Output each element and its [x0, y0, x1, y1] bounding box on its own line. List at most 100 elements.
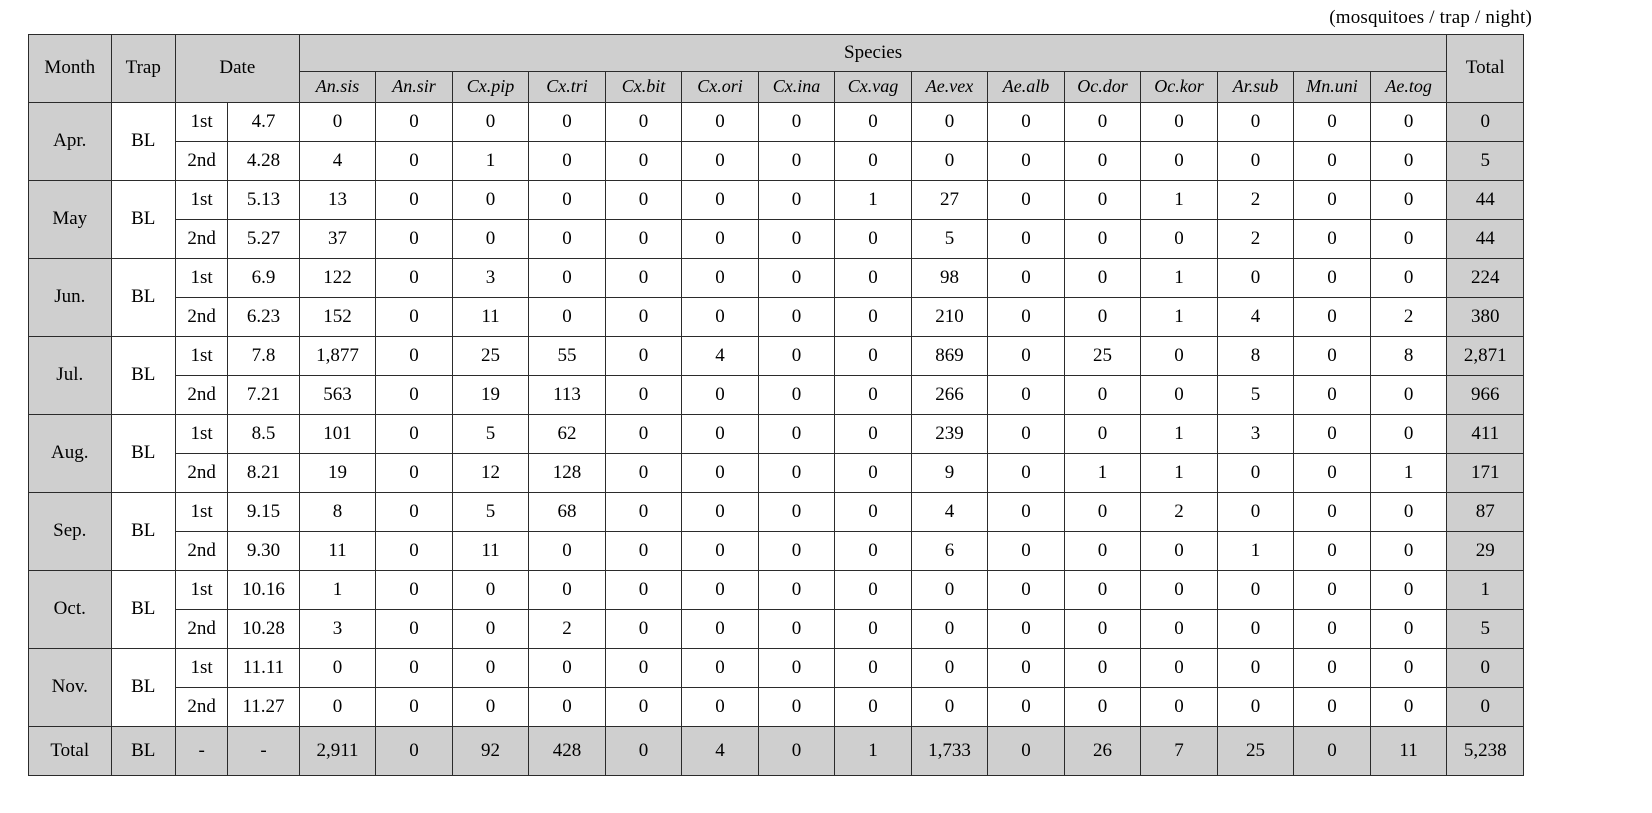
cell-row-total: 0 — [1446, 102, 1524, 142]
cell-row-total: 0 — [1446, 648, 1524, 688]
cell-species-count: 0 — [681, 492, 759, 532]
table-row: 2nd 9.30 11 0 11 0 0 0 0 0 6 0 0 0 1 0 0 29 — [29, 531, 1524, 571]
cell-species-count: 0 — [1063, 648, 1142, 688]
cell-species-count: 0 — [1293, 570, 1371, 610]
table-row: 2nd 5.27 37 0 0 0 0 0 0 0 5 0 0 0 2 0 0 44 — [29, 219, 1524, 259]
cell-species-count: 0 — [1369, 375, 1448, 415]
table-body: Apr. BL 1st 4.7 0 0 0 0 0 0 0 0 0 0 0 0 0 0 0 0 2nd 4.28 4 0 1 0 0… — [28, 102, 1524, 776]
cell-species-count: 0 — [1216, 258, 1295, 298]
cell-species-count: 0 — [604, 180, 683, 220]
header-species-an-sis: An.sis — [298, 71, 377, 103]
cell-species-count: 0 — [757, 687, 836, 727]
cell-species-count: 11 — [451, 531, 530, 571]
cell-species-count: 0 — [528, 141, 606, 181]
cell-species-count: 0 — [1293, 375, 1371, 415]
header-species-mn-uni: Mn.uni — [1293, 71, 1371, 103]
cell-month: Jun. — [28, 258, 112, 337]
cell-species-count: 0 — [1140, 570, 1218, 610]
cell-species-count: 0 — [1293, 102, 1371, 142]
cell-total-date: - — [227, 726, 300, 776]
cell-species-count: 0 — [375, 609, 453, 649]
cell-species-count: 0 — [1293, 648, 1371, 688]
cell-species-count: 0 — [451, 648, 530, 688]
cell-total-ordinal: - — [174, 726, 229, 776]
cell-species-count: 0 — [1140, 648, 1218, 688]
cell-species-count: 0 — [987, 336, 1065, 376]
cell-species-count: 2 — [1369, 297, 1448, 337]
cell-species-count: 0 — [681, 297, 759, 337]
cell-ordinal: 2nd — [174, 141, 229, 181]
cell-species-count: 563 — [298, 375, 377, 415]
cell-row-total: 5 — [1446, 609, 1524, 649]
cell-species-count: 0 — [1063, 609, 1142, 649]
cell-species-count: 0 — [1369, 531, 1448, 571]
cell-species-count: 0 — [757, 531, 836, 571]
cell-species-count: 0 — [1140, 375, 1218, 415]
cell-species-count: 0 — [528, 687, 606, 727]
cell-month: Nov. — [28, 648, 112, 727]
cell-species-count: 0 — [987, 180, 1065, 220]
cell-species-count: 1 — [451, 141, 530, 181]
cell-total-species-count: 1 — [834, 726, 912, 776]
cell-species-count: 0 — [1369, 414, 1448, 454]
cell-species-count: 2 — [528, 609, 606, 649]
cell-species-count: 0 — [1140, 141, 1218, 181]
cell-species-count: 1 — [1140, 453, 1218, 493]
header-row-top: Month Trap Date Species Total — [28, 34, 1524, 103]
cell-species-count: 0 — [1293, 414, 1371, 454]
cell-species-count: 0 — [681, 180, 759, 220]
cell-species-count: 0 — [375, 570, 453, 610]
cell-trap: BL — [110, 180, 176, 259]
cell-species-count: 0 — [834, 414, 912, 454]
cell-species-count: 0 — [757, 648, 836, 688]
cell-date: 8.21 — [227, 453, 300, 493]
table-row: 2nd 7.21 563 0 19 113 0 0 0 0 266 0 0 0 5 0 0 966 — [29, 375, 1524, 415]
cell-species-count: 62 — [528, 414, 606, 454]
header-species-ar-sub: Ar.sub — [1216, 71, 1295, 103]
cell-trap: BL — [110, 102, 176, 181]
cell-ordinal: 2nd — [174, 375, 229, 415]
cell-trap: BL — [110, 336, 176, 415]
cell-species-count: 210 — [910, 297, 989, 337]
cell-species-count: 11 — [451, 297, 530, 337]
cell-species-count: 0 — [528, 102, 606, 142]
cell-species-count: 0 — [910, 687, 989, 727]
cell-species-count: 0 — [1063, 375, 1142, 415]
cell-row-total: 44 — [1446, 180, 1524, 220]
cell-species-count: 0 — [757, 453, 836, 493]
cell-species-count: 0 — [1216, 102, 1295, 142]
cell-species-count: 0 — [757, 219, 836, 259]
cell-species-count: 0 — [1063, 102, 1142, 142]
cell-species-count: 11 — [298, 531, 377, 571]
cell-species-count: 5 — [910, 219, 989, 259]
cell-species-count: 0 — [1063, 258, 1142, 298]
cell-species-count: 0 — [757, 492, 836, 532]
header-month: Month — [28, 34, 112, 103]
cell-species-count: 0 — [987, 687, 1065, 727]
cell-species-count: 4 — [298, 141, 377, 181]
cell-species-count: 0 — [604, 297, 683, 337]
cell-species-count: 0 — [681, 141, 759, 181]
cell-date: 5.13 — [227, 180, 300, 220]
cell-total-species-count: 26 — [1063, 726, 1142, 776]
cell-ordinal: 2nd — [174, 687, 229, 727]
cell-species-count: 0 — [451, 102, 530, 142]
cell-row-total: 1 — [1446, 570, 1524, 610]
table-page: (mosquitoes / trap / night) Month Trap D… — [0, 0, 1652, 813]
cell-species-count: 0 — [1293, 180, 1371, 220]
cell-total-species-count: 11 — [1369, 726, 1448, 776]
cell-total-trap: BL — [110, 726, 176, 776]
cell-species-count: 0 — [1063, 141, 1142, 181]
cell-ordinal: 1st — [174, 570, 229, 610]
cell-species-count: 0 — [834, 570, 912, 610]
cell-row-total: 380 — [1446, 297, 1524, 337]
cell-row-total: 224 — [1446, 258, 1524, 298]
cell-species-count: 0 — [1063, 531, 1142, 571]
cell-species-count: 19 — [298, 453, 377, 493]
cell-species-count: 0 — [375, 687, 453, 727]
cell-species-count: 0 — [1293, 219, 1371, 259]
cell-species-count: 0 — [834, 648, 912, 688]
cell-species-count: 0 — [987, 297, 1065, 337]
cell-month: Sep. — [28, 492, 112, 571]
cell-ordinal: 1st — [174, 102, 229, 142]
